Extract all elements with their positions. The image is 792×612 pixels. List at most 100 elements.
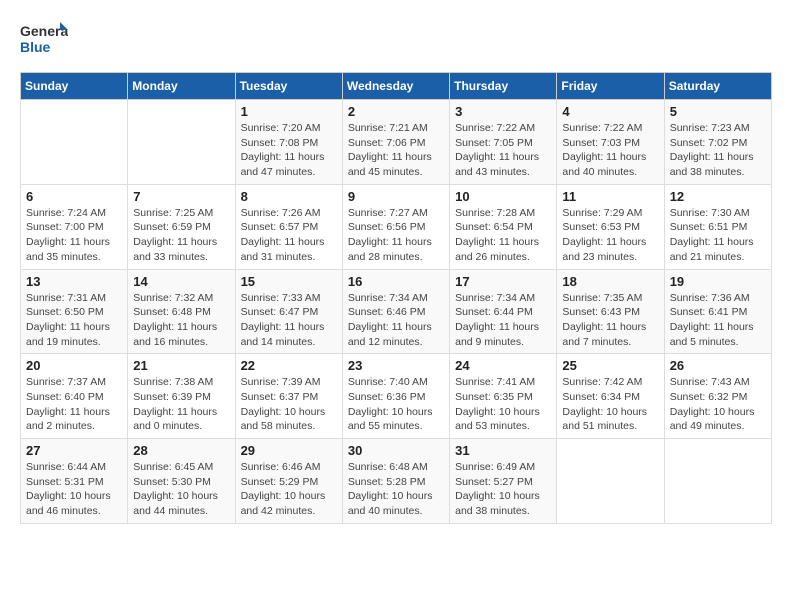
day-number: 22 [241,358,337,373]
calendar-week-row: 6Sunrise: 7:24 AMSunset: 7:00 PMDaylight… [21,184,772,269]
day-number: 27 [26,443,122,458]
calendar-cell: 8 Sunrise: 7:26 AMSunset: 6:57 PMDaylight… [235,184,342,269]
calendar-cell: 30Sunrise: 6:48 AMSunset: 5:28 PMDayligh… [342,439,449,524]
calendar-cell: 29 Sunrise: 6:46 AMSunset: 5:29 PMDayligh… [235,439,342,524]
day-info: Sunrise: 7:42 AMSunset: 6:34 PMDaylight:… [562,375,658,434]
day-info: Sunrise: 7:29 AMSunset: 6:53 PMDaylight:… [562,206,658,265]
day-info: Sunrise: 7:32 AMSunset: 6:48 PMDaylight:… [133,291,229,350]
day-info: Sunrise: 7:36 AMSunset: 6:41 PMDaylight:… [670,291,766,350]
day-number: 10 [455,189,551,204]
calendar-cell: 7Sunrise: 7:25 AMSunset: 6:59 PMDaylight… [128,184,235,269]
weekday-header-friday: Friday [557,73,664,100]
calendar-week-row: 27 Sunrise: 6:44 AMSunset: 5:31 PMDayligh… [21,439,772,524]
calendar-cell: 12Sunrise: 7:30 AMSunset: 6:51 PMDayligh… [664,184,771,269]
day-info: Sunrise: 6:46 AMSunset: 5:29 PMDaylight:… [241,460,337,519]
day-number: 29 [241,443,337,458]
calendar-cell: 18 Sunrise: 7:35 AMSunset: 6:43 PMDayligh… [557,269,664,354]
day-info: Sunrise: 6:48 AMSunset: 5:28 PMDaylight:… [348,460,444,519]
day-info: Sunrise: 7:43 AMSunset: 6:32 PMDaylight:… [670,375,766,434]
calendar-body: 1Sunrise: 7:20 AMSunset: 7:08 PMDaylight… [21,100,772,524]
svg-text:Blue: Blue [20,39,51,55]
day-info: Sunrise: 6:49 AMSunset: 5:27 PMDaylight:… [455,460,551,519]
calendar-week-row: 20 Sunrise: 7:37 AMSunset: 6:40 PMDayligh… [21,354,772,439]
weekday-header-monday: Monday [128,73,235,100]
day-info: Sunrise: 7:37 AMSunset: 6:40 PMDaylight:… [26,375,122,434]
calendar-cell: 15Sunrise: 7:33 AMSunset: 6:47 PMDayligh… [235,269,342,354]
day-info: Sunrise: 7:34 AMSunset: 6:46 PMDaylight:… [348,291,444,350]
day-number: 14 [133,274,229,289]
day-number: 24 [455,358,551,373]
day-number: 2 [348,104,444,119]
calendar-cell: 1Sunrise: 7:20 AMSunset: 7:08 PMDaylight… [235,100,342,185]
day-number: 31 [455,443,551,458]
day-number: 5 [670,104,766,119]
calendar-cell: 23Sunrise: 7:40 AMSunset: 6:36 PMDayligh… [342,354,449,439]
calendar-cell: 10 Sunrise: 7:28 AMSunset: 6:54 PMDayligh… [450,184,557,269]
calendar-cell: 16 Sunrise: 7:34 AMSunset: 6:46 PMDayligh… [342,269,449,354]
weekday-header-tuesday: Tuesday [235,73,342,100]
day-number: 16 [348,274,444,289]
calendar-table: SundayMondayTuesdayWednesdayThursdayFrid… [20,72,772,524]
day-number: 20 [26,358,122,373]
calendar-week-row: 1Sunrise: 7:20 AMSunset: 7:08 PMDaylight… [21,100,772,185]
day-info: Sunrise: 7:35 AMSunset: 6:43 PMDaylight:… [562,291,658,350]
logo: General Blue [20,20,68,56]
day-number: 6 [26,189,122,204]
day-info: Sunrise: 7:38 AMSunset: 6:39 PMDaylight:… [133,375,229,434]
calendar-cell: 3Sunrise: 7:22 AMSunset: 7:05 PMDaylight… [450,100,557,185]
weekday-header-sunday: Sunday [21,73,128,100]
calendar-cell: 21 Sunrise: 7:38 AMSunset: 6:39 PMDayligh… [128,354,235,439]
calendar-cell: 22Sunrise: 7:39 AMSunset: 6:37 PMDayligh… [235,354,342,439]
calendar-cell: 24 Sunrise: 7:41 AMSunset: 6:35 PMDayligh… [450,354,557,439]
day-info: Sunrise: 7:41 AMSunset: 6:35 PMDaylight:… [455,375,551,434]
day-info: Sunrise: 7:34 AMSunset: 6:44 PMDaylight:… [455,291,551,350]
weekday-header-row: SundayMondayTuesdayWednesdayThursdayFrid… [21,73,772,100]
calendar-cell: 4Sunrise: 7:22 AMSunset: 7:03 PMDaylight… [557,100,664,185]
day-number: 7 [133,189,229,204]
weekday-header-saturday: Saturday [664,73,771,100]
calendar-cell [128,100,235,185]
page-header: General Blue [20,20,772,56]
day-info: Sunrise: 6:45 AMSunset: 5:30 PMDaylight:… [133,460,229,519]
calendar-cell: 6Sunrise: 7:24 AMSunset: 7:00 PMDaylight… [21,184,128,269]
day-number: 12 [670,189,766,204]
calendar-cell: 31 Sunrise: 6:49 AMSunset: 5:27 PMDayligh… [450,439,557,524]
calendar-cell: 26 Sunrise: 7:43 AMSunset: 6:32 PMDayligh… [664,354,771,439]
calendar-cell: 27 Sunrise: 6:44 AMSunset: 5:31 PMDayligh… [21,439,128,524]
calendar-cell: 14 Sunrise: 7:32 AMSunset: 6:48 PMDayligh… [128,269,235,354]
day-number: 4 [562,104,658,119]
day-number: 21 [133,358,229,373]
calendar-cell: 13Sunrise: 7:31 AMSunset: 6:50 PMDayligh… [21,269,128,354]
day-info: Sunrise: 7:22 AMSunset: 7:05 PMDaylight:… [455,121,551,180]
day-number: 18 [562,274,658,289]
day-number: 11 [562,189,658,204]
calendar-cell: 11 Sunrise: 7:29 AMSunset: 6:53 PMDayligh… [557,184,664,269]
calendar-cell: 9 Sunrise: 7:27 AMSunset: 6:56 PMDaylight… [342,184,449,269]
calendar-cell: 25Sunrise: 7:42 AMSunset: 6:34 PMDayligh… [557,354,664,439]
day-info: Sunrise: 7:27 AMSunset: 6:56 PMDaylight:… [348,206,444,265]
calendar-cell [21,100,128,185]
day-info: Sunrise: 6:44 AMSunset: 5:31 PMDaylight:… [26,460,122,519]
day-number: 19 [670,274,766,289]
day-number: 8 [241,189,337,204]
calendar-cell: 2 Sunrise: 7:21 AMSunset: 7:06 PMDaylight… [342,100,449,185]
day-info: Sunrise: 7:33 AMSunset: 6:47 PMDaylight:… [241,291,337,350]
calendar-cell: 28 Sunrise: 6:45 AMSunset: 5:30 PMDayligh… [128,439,235,524]
calendar-cell: 5Sunrise: 7:23 AMSunset: 7:02 PMDaylight… [664,100,771,185]
day-number: 9 [348,189,444,204]
calendar-cell: 17 Sunrise: 7:34 AMSunset: 6:44 PMDayligh… [450,269,557,354]
day-info: Sunrise: 7:26 AMSunset: 6:57 PMDaylight:… [241,206,337,265]
day-info: Sunrise: 7:20 AMSunset: 7:08 PMDaylight:… [241,121,337,180]
day-number: 17 [455,274,551,289]
day-number: 28 [133,443,229,458]
day-info: Sunrise: 7:28 AMSunset: 6:54 PMDaylight:… [455,206,551,265]
weekday-header-wednesday: Wednesday [342,73,449,100]
day-info: Sunrise: 7:21 AMSunset: 7:06 PMDaylight:… [348,121,444,180]
day-number: 26 [670,358,766,373]
day-info: Sunrise: 7:31 AMSunset: 6:50 PMDaylight:… [26,291,122,350]
day-info: Sunrise: 7:40 AMSunset: 6:36 PMDaylight:… [348,375,444,434]
weekday-header-thursday: Thursday [450,73,557,100]
calendar-cell [664,439,771,524]
logo-svg: General Blue [20,20,68,56]
calendar-cell: 19 Sunrise: 7:36 AMSunset: 6:41 PMDayligh… [664,269,771,354]
